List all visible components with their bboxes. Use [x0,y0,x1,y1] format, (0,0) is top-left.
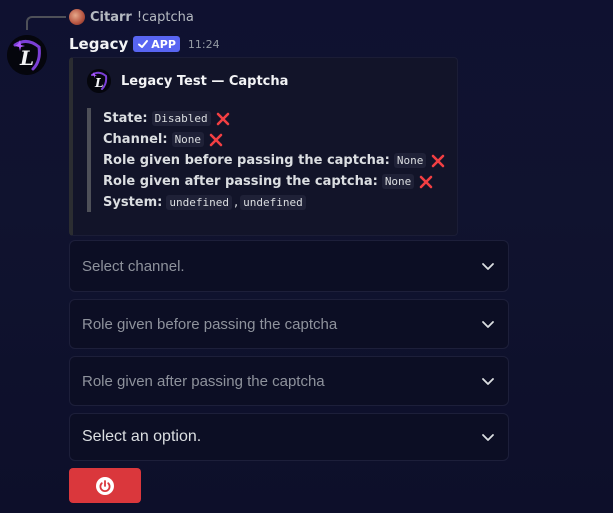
select-placeholder: Role given before passing the captcha [82,315,338,333]
svg-text:L: L [19,46,34,70]
message-author[interactable]: Legacy [69,35,128,53]
reply-author[interactable]: Citarr [90,10,132,25]
app-badge: APP [133,36,180,52]
field-state: State: Disabled [103,108,446,129]
select-channel[interactable]: Select channel. [69,240,509,292]
field-label: Channel: [103,132,168,147]
avatar[interactable]: L [7,35,47,75]
field-channel: Channel: None [103,129,446,150]
reply-connector [26,16,66,30]
field-value: None [393,153,427,168]
legacy-logo-icon: L [87,69,111,93]
field-value: Disabled [151,111,211,126]
embed-fields: State: Disabled Channel: None Role given… [87,108,446,212]
reply-preview[interactable]: Citarr !captcha [69,8,194,26]
reply-content[interactable]: !captcha [137,10,194,25]
field-value: None [171,132,205,147]
reply-avatar[interactable] [69,9,85,25]
select-role-before[interactable]: Role given before passing the captcha [69,299,509,349]
field-separator: , [233,195,239,210]
legacy-logo-icon: L [7,35,47,75]
field-label: State: [103,111,148,126]
chevron-down-icon [482,321,494,328]
field-label: Role given after passing the captcha: [103,174,378,189]
field-label: System: [103,195,163,210]
field-system: System: undefined , undefined [103,192,446,213]
app-badge-label: APP [151,37,176,51]
select-role-after[interactable]: Role given after passing the captcha [69,356,509,406]
field-role-after: Role given after passing the captcha: No… [103,171,446,192]
select-option[interactable]: Select an option. [69,413,509,461]
power-button[interactable] [69,468,141,503]
chevron-down-icon [482,263,494,270]
checkmark-icon [138,40,149,48]
message-header: Legacy APP 11:24 [69,34,220,54]
chevron-down-icon [482,434,494,441]
select-placeholder: Role given after passing the captcha [82,372,325,390]
x-icon [420,175,433,188]
field-role-before: Role given before passing the captcha: N… [103,150,446,171]
svg-text:L: L [94,76,103,90]
field-label: Role given before passing the captcha: [103,153,390,168]
embed-author: L Legacy Test — Captcha [87,69,288,93]
field-value: None [381,174,415,189]
field-value: undefined [166,195,232,210]
x-icon [432,154,445,167]
x-icon [216,112,229,125]
field-value-2: undefined [240,195,306,210]
power-icon [96,476,114,495]
message-timestamp: 11:24 [187,37,220,51]
x-icon [209,133,223,146]
chevron-down-icon [482,378,494,385]
embed-title: Legacy Test — Captcha [121,73,289,89]
embed-card: L Legacy Test — Captcha State: Disabled … [69,57,458,236]
select-placeholder: Select an option. [82,428,202,445]
select-placeholder: Select channel. [82,257,185,275]
